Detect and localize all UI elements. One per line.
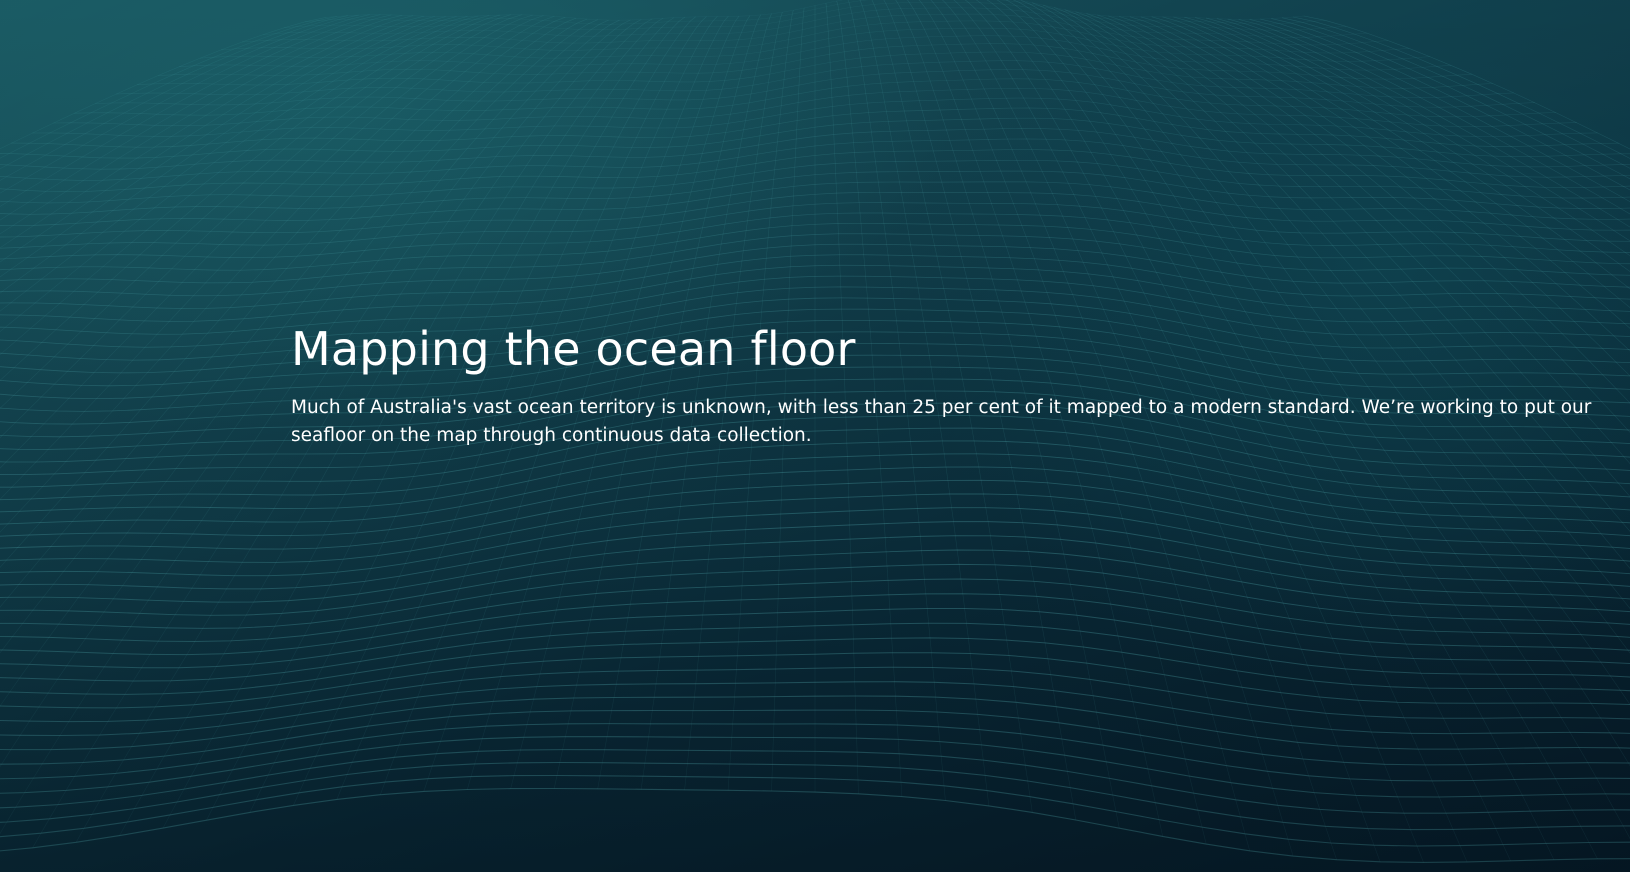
- hero-content: Mapping the ocean floor Much of Australi…: [291, 318, 1611, 450]
- page-title: Mapping the ocean floor: [291, 322, 856, 376]
- mesh-line: [0, 787, 1630, 863]
- hero-section: Mapping the ocean floor Much of Australi…: [0, 0, 1630, 872]
- hero-description: Much of Australia's vast ocean territory…: [291, 397, 1592, 446]
